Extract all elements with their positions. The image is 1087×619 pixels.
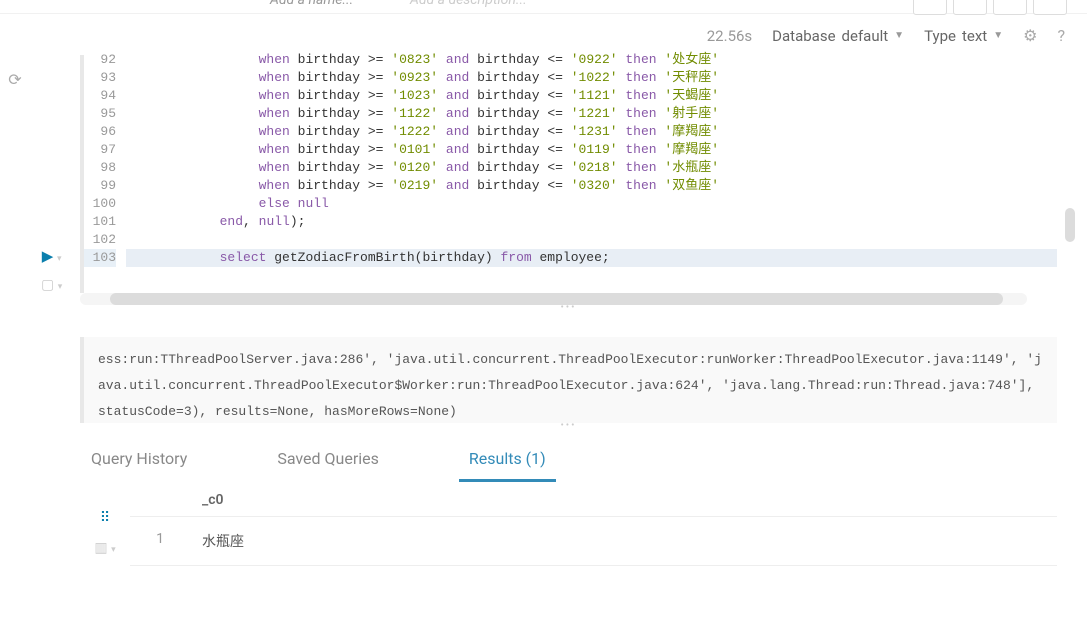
code-editor[interactable]: ▶ ▾ ▢ ▾ 9293949596979899100101102103 whe… [80, 55, 1057, 293]
tab-results[interactable]: Results (1) [469, 449, 546, 468]
header-button-2[interactable] [953, 0, 987, 15]
line-number: 103 [84, 249, 116, 267]
result-tabs: Query History Saved Queries Results (1) [35, 435, 1087, 484]
line-number: 94 [84, 87, 116, 105]
code-line[interactable]: when birthday >= '1122' and birthday <= … [126, 105, 1057, 123]
code-line[interactable]: when birthday >= '1222' and birthday <= … [126, 123, 1057, 141]
code-line[interactable]: else null [126, 195, 1057, 213]
line-number: 98 [84, 159, 116, 177]
line-number: 95 [84, 105, 116, 123]
log-text: ess:run:TThreadPoolServer.java:286', 'ja… [98, 352, 1042, 419]
chart-icon[interactable]: ▥ ▾ [94, 540, 115, 556]
header-button-1[interactable] [913, 0, 947, 15]
header-button-4[interactable] [1033, 0, 1067, 15]
play-icon[interactable]: ▶ ▾ [42, 247, 62, 265]
description-input[interactable]: Add a description... [410, 0, 527, 8]
log-output: ess:run:TThreadPoolServer.java:286', 'ja… [80, 337, 1057, 423]
col-c0: _c0 [190, 484, 1057, 516]
line-number: 92 [84, 51, 116, 69]
code-line[interactable]: select getZodiacFromBirth(birthday) from… [126, 249, 1057, 267]
results-table: _c0 1水瓶座 [130, 484, 1057, 566]
line-number: 93 [84, 69, 116, 87]
vertical-scrollbar[interactable] [1065, 208, 1075, 242]
chevron-down-icon: ▼ [993, 30, 1003, 41]
line-number: 102 [84, 231, 116, 249]
table-row[interactable]: 1水瓶座 [130, 517, 1057, 566]
code-line[interactable]: when birthday >= '0823' and birthday <= … [126, 51, 1057, 69]
line-gutter: 9293949596979899100101102103 [84, 51, 122, 293]
type-selector[interactable]: Type text ▼ [924, 27, 1003, 45]
code-line[interactable]: when birthday >= '0923' and birthday <= … [126, 69, 1057, 87]
results-panel: ⠿ ▥ ▾ _c0 1水瓶座 [80, 484, 1087, 566]
map-icon[interactable]: ▢ ▾ [41, 277, 62, 293]
horizontal-scrollbar[interactable] [80, 293, 1027, 305]
cell-value: 水瓶座 [190, 517, 1057, 565]
code-content[interactable]: when birthday >= '0823' and birthday <= … [122, 51, 1057, 293]
database-label: Database [772, 27, 835, 45]
refresh-icon[interactable]: ⟳ [8, 70, 21, 89]
line-number: 97 [84, 141, 116, 159]
grid-icon[interactable]: ⠿ [100, 510, 110, 526]
editor-toolbar: 22.56s Database default ▼ Type text ▼ ⚙ … [35, 14, 1087, 55]
gear-icon[interactable]: ⚙ [1023, 26, 1037, 45]
line-number: 100 [84, 195, 116, 213]
resize-handle[interactable]: ••• [80, 423, 1057, 435]
code-line[interactable]: when birthday >= '0101' and birthday <= … [126, 141, 1057, 159]
col-index [130, 484, 190, 516]
line-number: 96 [84, 123, 116, 141]
results-sidebar: ⠿ ▥ ▾ [80, 484, 130, 566]
code-line[interactable]: when birthday >= '1023' and birthday <= … [126, 87, 1057, 105]
header-button-3[interactable] [993, 0, 1027, 15]
top-bar: Add a name... Add a description... [0, 0, 1087, 14]
line-number: 99 [84, 177, 116, 195]
chevron-down-icon: ▼ [894, 30, 904, 41]
type-label: Type [924, 27, 956, 45]
help-icon[interactable]: ? [1057, 26, 1065, 45]
resize-handle[interactable]: ••• [80, 305, 1057, 317]
line-number: 101 [84, 213, 116, 231]
code-line[interactable] [126, 231, 1057, 249]
tab-saved-queries[interactable]: Saved Queries [277, 449, 379, 468]
table-header: _c0 [130, 484, 1057, 517]
database-selector[interactable]: Database default ▼ [772, 27, 904, 45]
cell-index: 1 [130, 517, 190, 565]
elapsed-time: 22.56s [707, 27, 752, 45]
code-line[interactable]: end, null); [126, 213, 1057, 231]
name-input[interactable]: Add a name... [270, 0, 353, 8]
header-actions [913, 0, 1067, 15]
database-value: default [842, 27, 889, 45]
type-value: text [962, 27, 987, 45]
code-line[interactable]: when birthday >= '0120' and birthday <= … [126, 159, 1057, 177]
left-sidebar: ⟳ [0, 20, 30, 89]
code-line[interactable]: when birthday >= '0219' and birthday <= … [126, 177, 1057, 195]
tab-query-history[interactable]: Query History [91, 449, 187, 468]
